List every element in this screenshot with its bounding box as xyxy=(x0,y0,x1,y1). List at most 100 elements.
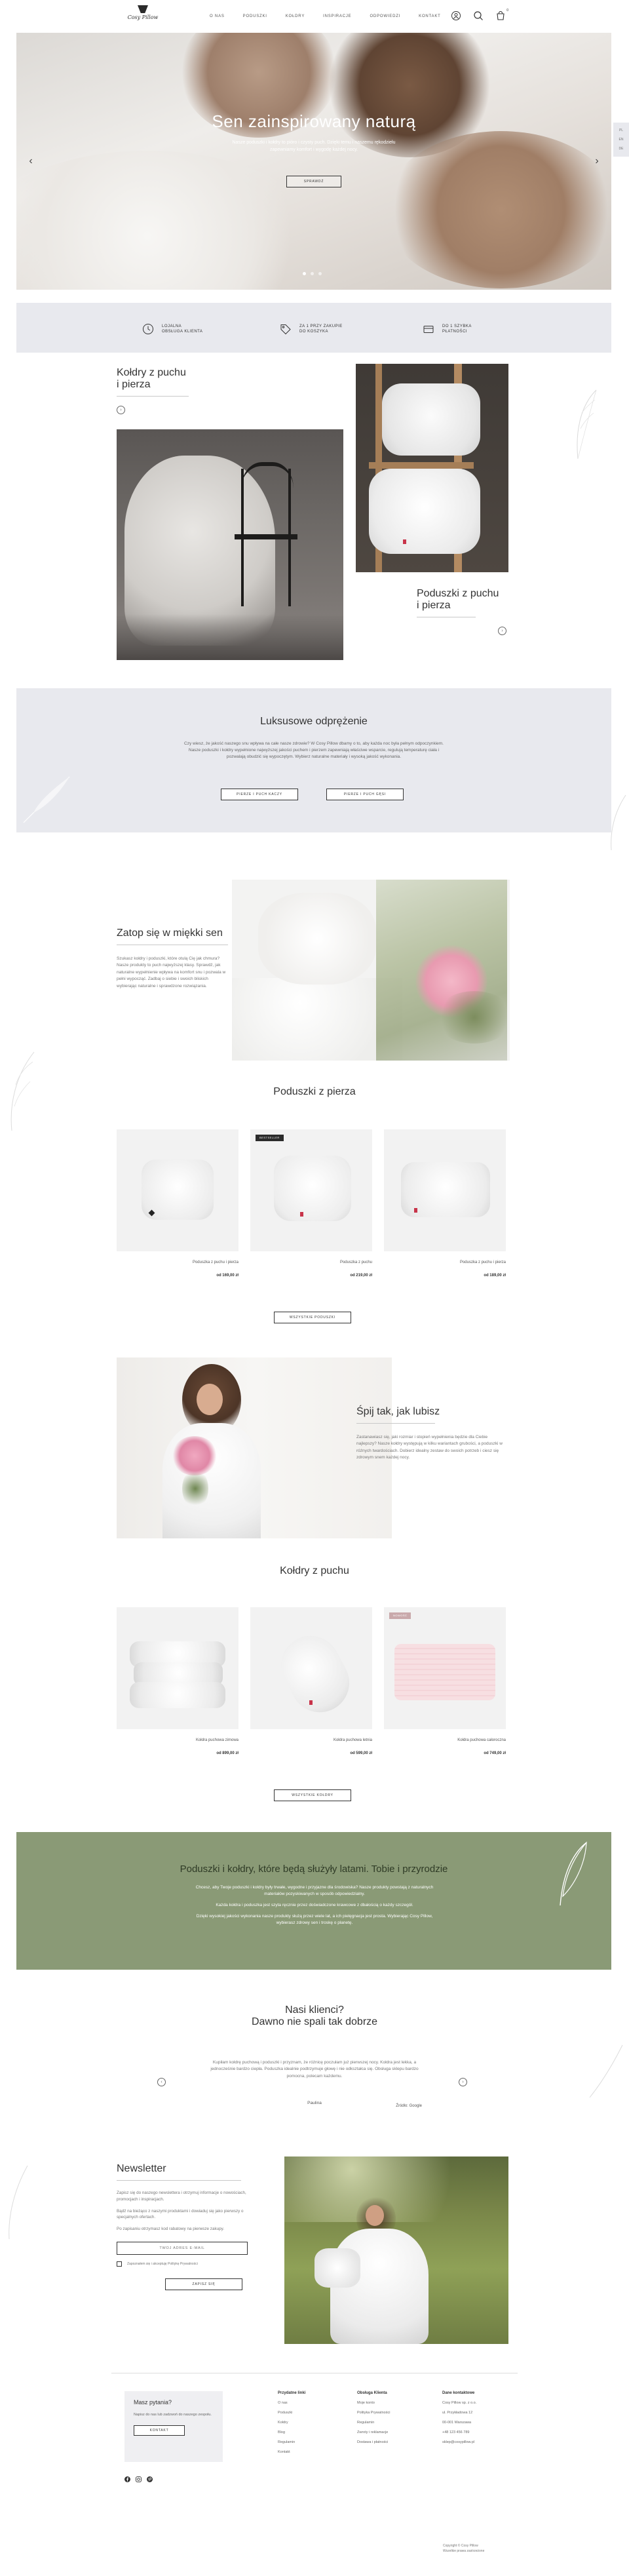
usp-1-line2: OBSŁUGA KLIENTA xyxy=(162,330,203,334)
footer-link[interactable]: O nas xyxy=(278,2401,305,2405)
review-text: Kupiłam kołdrę puchową i poduszki i przy… xyxy=(210,2060,419,2078)
luxury-goose-button[interactable]: PIERZE I PUCH GĘSI xyxy=(326,789,404,800)
usp-2-line2: DO KOSZYKA xyxy=(299,330,329,334)
footer-link[interactable]: Dostawa i płatności xyxy=(357,2440,390,2444)
hero-cta-button[interactable]: SPRAWDŹ xyxy=(286,176,341,187)
hero-dot-3[interactable] xyxy=(318,272,322,275)
product-name[interactable]: Kołdra puchowa całoroczna xyxy=(384,1738,506,1742)
reviews-next-arrow-icon[interactable]: › xyxy=(459,2078,467,2086)
product-badge: BESTSELLER xyxy=(256,1135,284,1141)
soft-sleep-title: Zatop się w miękki sen xyxy=(117,927,223,939)
hero-dot-2[interactable] xyxy=(311,272,314,275)
footer-contact-line[interactable]: sklep@cosypillow.pl xyxy=(442,2440,476,2444)
product-card[interactable]: Poduszka z puchu i pierza od 169,00 zł xyxy=(117,1129,238,1278)
all-duvets-button[interactable]: WSZYSTKIE KOŁDRY xyxy=(274,1789,351,1801)
green-text-2: Każda kołdra i poduszka jest szyta ręczn… xyxy=(216,1903,413,1908)
footer-link[interactable]: Moje konto xyxy=(357,2401,390,2405)
footer-link[interactable]: Regulamin xyxy=(278,2440,305,2444)
product-name[interactable]: Poduszka z puchu xyxy=(250,1260,372,1264)
newsletter-text-1: Zapisz się do naszego newslettera i otrz… xyxy=(117,2191,246,2202)
nav-item-inspirations[interactable]: INSPIRACJE xyxy=(323,14,351,18)
divider xyxy=(356,1423,435,1424)
feather-decoration-icon xyxy=(23,776,70,823)
product-image[interactable] xyxy=(117,1129,238,1251)
footer-contact-button[interactable]: KONTAKT xyxy=(134,2425,185,2436)
product-badge: NOWOŚĆ xyxy=(389,1612,411,1619)
feather-decoration-icon xyxy=(589,2044,623,2098)
logo-script: Cosy Pillow xyxy=(127,14,159,20)
product-card[interactable]: Kołdra puchowa letnia od 599,00 zł xyxy=(250,1607,372,1755)
footer-contact-line: 00-001 Warszawa xyxy=(442,2421,472,2425)
feature-pillows-arrow-icon[interactable]: › xyxy=(498,627,506,635)
product-card[interactable]: NOWOŚĆ Kołdra puchowa całoroczna od 749,… xyxy=(384,1607,506,1755)
footer-help-box: Masz pytania? Napisz do nas lub zadzwoń … xyxy=(124,2391,223,2462)
product-card[interactable]: BESTSELLER Poduszka z puchu od 219,00 zł xyxy=(250,1129,372,1278)
nav-item-duvets[interactable]: KOŁDRY xyxy=(286,14,305,18)
language-side-tab: PL EN DE xyxy=(613,123,629,157)
cart-count: 0 xyxy=(506,9,508,12)
product-name[interactable]: Kołdra puchowa zimowa xyxy=(117,1738,238,1742)
search-icon[interactable] xyxy=(473,10,484,21)
sleep-photo[interactable] xyxy=(117,1357,392,1538)
consent-label: Zapoznałem się i akceptuję Politykę Pryw… xyxy=(127,2261,198,2266)
green-section: Poduszki i kołdry, które będą służyły la… xyxy=(16,1832,611,1970)
product-name[interactable]: Kołdra puchowa letnia xyxy=(250,1738,372,1742)
feature-duvets-photo[interactable] xyxy=(117,429,343,660)
cart-icon[interactable]: 0 xyxy=(495,9,508,21)
footer-link[interactable]: Regulamin xyxy=(357,2421,390,2425)
product-card[interactable]: Kołdra puchowa zimowa od 899,00 zł xyxy=(117,1607,238,1755)
hero-dot-1[interactable] xyxy=(303,272,306,275)
newsletter-submit-button[interactable]: ZAPISZ SIĘ xyxy=(165,2278,242,2290)
footer-link[interactable]: Kontakt xyxy=(278,2450,305,2454)
main-nav: O NAS PODUSZKI KOŁDRY INSPIRACJE ODPOWIE… xyxy=(210,14,441,18)
product-name[interactable]: Poduszka z puchu i pierza xyxy=(117,1260,238,1264)
nav-item-about[interactable]: O NAS xyxy=(210,14,225,18)
nav-item-pillows[interactable]: PODUSZKI xyxy=(243,14,267,18)
footer-link[interactable]: Polityka Prywatności xyxy=(357,2411,390,2415)
site-logo[interactable]: Cosy Pillow xyxy=(123,5,162,29)
footer-link[interactable]: Poduszki xyxy=(278,2411,305,2415)
language-option-pl[interactable]: PL xyxy=(613,126,629,135)
product-image[interactable]: NOWOŚĆ xyxy=(384,1607,506,1729)
facebook-icon[interactable] xyxy=(124,2476,130,2482)
luxury-duck-button[interactable]: PIERZE I PUCH KACZY xyxy=(221,789,298,800)
product-card[interactable]: Poduszka z puchu i pierza od 189,00 zł xyxy=(384,1129,506,1278)
reviews-prev-arrow-icon[interactable]: ‹ xyxy=(157,2078,166,2086)
footer-social xyxy=(124,2476,153,2482)
footer-link[interactable]: Zwroty i reklamacje xyxy=(357,2430,390,2434)
footer-service-col: Obsługa Klienta Moje konto Polityka Pryw… xyxy=(357,2391,390,2444)
sleep-heading: Śpij tak, jak lubisz Zastanawiasz się, j… xyxy=(356,1406,508,1462)
nav-item-contact[interactable]: KONTAKT xyxy=(419,14,441,18)
product-image[interactable] xyxy=(250,1607,372,1729)
nav-item-answers[interactable]: ODPOWIEDZI xyxy=(370,14,400,18)
footer-contact-line[interactable]: +48 123 456 789 xyxy=(442,2430,476,2434)
hero-next-arrow-icon[interactable]: › xyxy=(592,156,602,166)
language-option-en[interactable]: EN xyxy=(613,135,629,144)
footer-link[interactable]: Kołdry xyxy=(278,2421,305,2425)
product-image[interactable]: BESTSELLER xyxy=(250,1129,372,1251)
language-option-de[interactable]: DE xyxy=(613,144,629,153)
green-text-3: Dzięki wysokiej jakości wykonania nasze … xyxy=(196,1914,433,1926)
newsletter-photo[interactable] xyxy=(284,2156,508,2344)
soft-sleep-photo[interactable] xyxy=(232,880,510,1061)
consent-checkbox[interactable] xyxy=(117,2261,122,2267)
footer-col1-title: Przydatne linki xyxy=(278,2391,306,2395)
newsletter-text-2: Bądź na bieżąco z naszymi produktami i d… xyxy=(117,2208,244,2220)
all-pillows-button[interactable]: WSZYSTKIE PODUSZKI xyxy=(274,1312,351,1323)
product-name[interactable]: Poduszka z puchu i pierza xyxy=(384,1260,506,1264)
footer-link[interactable]: Blog xyxy=(278,2430,305,2434)
account-icon[interactable] xyxy=(451,10,461,21)
product-image[interactable] xyxy=(117,1607,238,1729)
product-image[interactable] xyxy=(384,1129,506,1251)
feature-pillows-photo[interactable] xyxy=(356,364,508,572)
hero-prev-arrow-icon[interactable]: ‹ xyxy=(26,156,36,166)
instagram-icon[interactable] xyxy=(136,2476,142,2482)
feature-duvets-heading: Kołdry z puchu i pierza › xyxy=(117,367,189,414)
feature-duvets-arrow-icon[interactable]: › xyxy=(117,406,125,414)
header-icons: 0 xyxy=(451,9,508,21)
usp-bar: LOJALNA OBSŁUGA KLIENTA ZA 1 PRZY ZAKUPIE… xyxy=(16,303,611,353)
reviews-title-line2: Dawno nie spali tak dobrze xyxy=(251,2016,378,2027)
green-title: Poduszki i kołdry, które będą służyły la… xyxy=(180,1864,448,1875)
pinterest-icon[interactable] xyxy=(147,2476,153,2482)
newsletter-email-input[interactable] xyxy=(117,2241,248,2255)
